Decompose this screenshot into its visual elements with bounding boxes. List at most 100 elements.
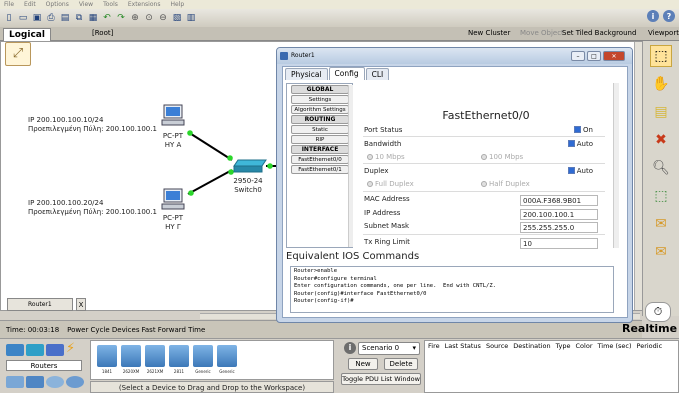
nav-item-algorithm-settings[interactable]: Algorithm Settings <box>291 105 349 114</box>
resize-shape-icon[interactable]: ⬚ <box>650 185 672 207</box>
pc-c-type: PC-PT <box>162 214 184 222</box>
custom-devices-category-icon[interactable] <box>66 376 84 388</box>
menu-item[interactable]: Options <box>46 0 69 9</box>
device-1841-icon[interactable] <box>97 345 117 367</box>
ios-commands-console[interactable]: Router>enable Router#configure terminal En… <box>290 266 614 313</box>
zoom-out-icon[interactable]: ⊖ <box>157 12 169 24</box>
nav-item-fastethernet0-1[interactable]: FastEthernet0/1 <box>291 165 349 174</box>
new-scenario-button[interactable]: New <box>348 358 378 370</box>
tx-ring-label: Tx Ring Limit <box>364 238 410 246</box>
toggle-pdu-list-button[interactable]: Toggle PDU List Window <box>341 373 421 385</box>
device-2621xm-icon[interactable] <box>145 345 165 367</box>
nav-item-static[interactable]: Static <box>291 125 349 134</box>
new-icon[interactable]: ▯ <box>3 12 15 24</box>
save-icon[interactable]: ▣ <box>31 12 43 24</box>
ios-line: Router(config-if)# <box>294 298 354 304</box>
redo-icon[interactable]: ↷ <box>115 12 127 24</box>
help-icon[interactable]: ? <box>663 10 675 22</box>
tab-cli[interactable]: CLI <box>365 68 390 80</box>
bw-100-radio[interactable]: 100 Mbps <box>481 153 523 161</box>
menu-item[interactable]: View <box>79 0 93 9</box>
switches-category-icon[interactable] <box>26 344 44 356</box>
subnet-mask-field[interactable]: 255.255.255.0 <box>520 222 598 233</box>
realtime-clock-icon[interactable]: ⏱ <box>645 302 671 322</box>
config-scrollbar[interactable] <box>613 83 619 248</box>
duplex-auto-checkbox[interactable]: Auto <box>567 166 593 175</box>
routers-category-icon[interactable] <box>6 344 24 356</box>
logical-tab[interactable]: Logical <box>3 28 51 41</box>
set-tiled-background-button[interactable]: Set Tiled Background <box>562 29 636 37</box>
palette-icon[interactable]: ▧ <box>171 12 183 24</box>
half-duplex-radio[interactable]: Half Duplex <box>481 180 530 188</box>
full-duplex-radio[interactable]: Full Duplex <box>367 180 414 188</box>
port-status-checkbox[interactable]: On <box>574 125 593 134</box>
move-object-button[interactable]: Move Object <box>520 29 564 37</box>
hand-move-icon[interactable]: ✋ <box>650 73 672 95</box>
console-scrollbar[interactable] <box>613 268 614 311</box>
print-icon[interactable]: ⎙ <box>45 12 57 24</box>
add-simple-pdu-icon[interactable]: ✉ <box>650 213 672 235</box>
duplex-label: Duplex <box>364 167 389 175</box>
copy-icon[interactable]: ⧉ <box>73 12 85 24</box>
menu-item[interactable]: Tools <box>103 0 118 9</box>
power-cycle-button[interactable]: Power Cycle Devices <box>67 326 139 334</box>
activity-wizard-icon[interactable]: ▤ <box>59 12 71 24</box>
open-icon[interactable]: ▭ <box>17 12 29 24</box>
info-icon[interactable]: i <box>647 10 659 22</box>
menu-item[interactable]: Extensions <box>128 0 161 9</box>
nav-item-rip[interactable]: RIP <box>291 135 349 144</box>
pc-c-device[interactable] <box>160 188 186 212</box>
tab-physical[interactable]: Physical <box>285 68 328 80</box>
delete-scenario-button[interactable]: Delete <box>384 358 418 370</box>
note-icon[interactable]: ▤ <box>650 101 672 123</box>
wireless-category-icon[interactable] <box>26 376 44 388</box>
ip-address-field[interactable]: 200.100.100.1 <box>520 209 598 220</box>
mac-field[interactable]: 000A.F368.9B01 <box>520 195 598 206</box>
end-devices-category-icon[interactable] <box>6 376 24 388</box>
pdu-column-header: Last Status <box>444 342 481 350</box>
device-name: 1841 <box>101 369 113 374</box>
zoom-reset-icon[interactable]: ⊙ <box>143 12 155 24</box>
custom-device-icon[interactable]: ▥ <box>185 12 197 24</box>
pc-a-device[interactable] <box>160 104 186 128</box>
select-icon[interactable]: ⬚ <box>650 45 672 67</box>
bandwidth-auto-checkbox[interactable]: Auto <box>567 139 593 148</box>
scenario-info-icon[interactable]: i <box>344 342 356 354</box>
paste-icon[interactable]: ▦ <box>87 12 99 24</box>
maximize-icon[interactable]: □ <box>587 51 601 61</box>
minimize-icon[interactable]: – <box>571 51 585 61</box>
fast-forward-button[interactable]: Fast Forward Time <box>142 326 206 334</box>
sidebar-scrollbar[interactable] <box>348 85 353 247</box>
device-generic-icon[interactable] <box>193 345 213 367</box>
mac-label: MAC Address <box>364 195 410 203</box>
bw-10-radio[interactable]: 10 Mbps <box>367 153 405 161</box>
undo-icon[interactable]: ↶ <box>101 12 113 24</box>
menu-item[interactable]: Help <box>170 0 184 9</box>
device-2811-icon[interactable] <box>169 345 189 367</box>
delete-icon[interactable]: ✖ <box>650 129 672 151</box>
root-breadcrumb[interactable]: [Root] <box>92 29 113 37</box>
tab-config[interactable]: Config <box>328 67 365 80</box>
wan-emulation-category-icon[interactable] <box>46 376 64 388</box>
device-generic-icon[interactable] <box>217 345 237 367</box>
realtime-mode-label[interactable]: Realtime <box>622 322 677 335</box>
menu-item[interactable]: Edit <box>24 0 36 9</box>
tx-ring-field[interactable]: 10 <box>520 238 598 249</box>
connections-category-icon[interactable]: ⚡ <box>66 342 84 355</box>
add-complex-pdu-icon[interactable]: ✉ <box>650 241 672 263</box>
workspace-vertical-scrollbar[interactable] <box>634 42 642 310</box>
nav-item-settings[interactable]: Settings <box>291 95 349 104</box>
hubs-category-icon[interactable] <box>46 344 64 356</box>
viewport-button[interactable]: Viewport <box>648 29 679 37</box>
router-workspace-tab-close[interactable]: X <box>76 298 86 311</box>
close-icon[interactable]: ✕ <box>603 51 625 61</box>
new-cluster-button[interactable]: New Cluster <box>468 29 510 37</box>
scenario-select[interactable]: Scenario 0 ▾ <box>358 342 420 355</box>
device-2620xm-icon[interactable] <box>121 345 141 367</box>
menu-item[interactable]: File <box>4 0 14 9</box>
zoom-in-icon[interactable]: ⊕ <box>129 12 141 24</box>
nav-item-fastethernet0-0[interactable]: FastEthernet0/0 <box>291 155 349 164</box>
router-workspace-tab[interactable]: Router1 <box>7 298 73 311</box>
switch-device[interactable] <box>232 158 268 176</box>
inspect-icon[interactable]: 🔍︎ <box>650 157 672 179</box>
